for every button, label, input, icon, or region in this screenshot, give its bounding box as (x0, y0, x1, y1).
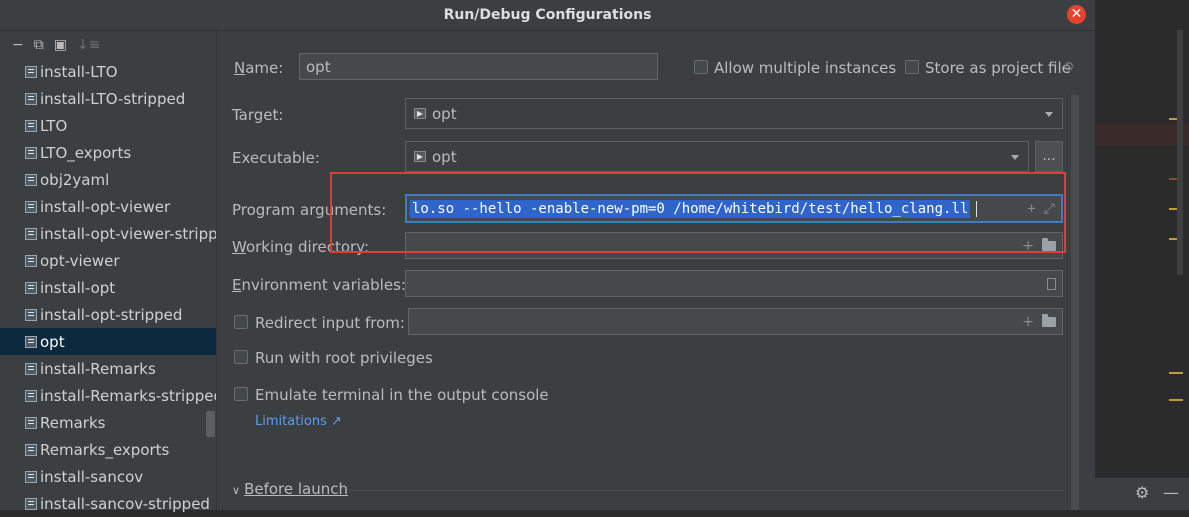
name-label: Name: (234, 59, 284, 77)
run-root-checkbox[interactable] (234, 350, 248, 364)
gutter-mark (1169, 399, 1183, 401)
close-button[interactable]: ✕ (1067, 5, 1086, 24)
tree-item[interactable]: install-sancov-stripped (0, 490, 216, 517)
cmake-target-icon (25, 389, 37, 402)
sidebar-toolbar: − ⧉ ▣ ↓≡ (0, 31, 216, 58)
field-actions (1047, 277, 1056, 290)
gear-icon[interactable]: ⚙ (1135, 483, 1149, 502)
tree-item[interactable]: opt-viewer (0, 247, 216, 274)
redirect-input-checkbox[interactable] (234, 315, 248, 329)
close-icon: ✕ (1070, 6, 1083, 22)
tree-item[interactable]: install-opt-stripped (0, 301, 216, 328)
gutter-mark (1169, 372, 1183, 374)
store-project-file-checkbox[interactable] (905, 60, 919, 74)
folder-icon[interactable] (1042, 313, 1056, 327)
sidebar-scrollbar[interactable] (206, 411, 215, 437)
redirect-input-label: Redirect input from: (255, 314, 405, 332)
run-config-icon: ▶ (414, 108, 426, 119)
background-toolwindow-bar: ⚙ — (1095, 478, 1189, 510)
run-config-icon: ▶ (414, 151, 426, 162)
cmake-target-icon (25, 335, 37, 348)
field-actions: + (1022, 313, 1056, 330)
configurations-sidebar: − ⧉ ▣ ↓≡ install-LTO install-LTO-strippe… (0, 31, 217, 513)
cmake-target-icon (25, 497, 37, 510)
executable-label: Executable: (232, 149, 320, 167)
dialog-title: Run/Debug Configurations (443, 7, 652, 23)
tree-item-selected[interactable]: opt (0, 328, 216, 355)
emulate-terminal-label: Emulate terminal in the output console (255, 386, 549, 404)
tree-item[interactable]: install-LTO (0, 58, 216, 85)
cmake-target-icon (25, 119, 37, 132)
environment-variables-input[interactable] (405, 270, 1063, 297)
tree-item[interactable]: LTO_exports (0, 139, 216, 166)
gear-icon[interactable]: ⚙ (1063, 60, 1075, 75)
cmake-target-icon (25, 254, 37, 267)
cmake-target-icon (25, 443, 37, 456)
copy-icon[interactable]: ⧉ (34, 37, 44, 53)
minimize-icon[interactable]: — (1163, 483, 1179, 502)
background-scrollbar[interactable] (1177, 30, 1183, 275)
background-highlight-line (1096, 123, 1189, 145)
section-divider (349, 490, 1064, 491)
limitations-link[interactable]: Limitations ↗ (255, 414, 342, 429)
tree-item[interactable]: install-opt-viewer (0, 193, 216, 220)
form-scrollbar[interactable] (1071, 95, 1079, 510)
allow-multiple-checkbox[interactable] (694, 60, 708, 74)
tree-item[interactable]: Remarks_exports (0, 436, 216, 463)
background-editor: ⚙ — (1095, 0, 1189, 510)
redirect-input-field[interactable]: + (408, 308, 1063, 335)
tree-item[interactable]: install-Remarks (0, 355, 216, 382)
cmake-target-icon (25, 308, 37, 321)
cmake-target-icon (25, 92, 37, 105)
cmake-target-icon (25, 470, 37, 483)
tree-item[interactable]: Remarks (0, 409, 216, 436)
chevron-down-icon (1045, 111, 1053, 117)
chevron-down-icon (1011, 154, 1019, 160)
target-label: Target: (232, 106, 284, 124)
before-launch-toggle[interactable]: ∨ Before launch (232, 480, 348, 498)
allow-multiple-label: Allow multiple instances (714, 59, 897, 77)
sort-icon[interactable]: ↓≡ (77, 37, 100, 53)
cmake-target-icon (25, 416, 37, 429)
cmake-target-icon (25, 227, 37, 240)
annotation-highlight-box (330, 172, 1066, 253)
cmake-target-icon (25, 200, 37, 213)
tree-item[interactable]: install-opt-viewer-strippe (0, 220, 216, 247)
cmake-target-icon (25, 173, 37, 186)
executable-select[interactable]: ▶ opt (405, 141, 1029, 172)
configuration-form: Name: opt Allow multiple instances Store… (217, 31, 1095, 510)
target-select[interactable]: ▶ opt (405, 98, 1063, 129)
tree-item[interactable]: install-sancov (0, 463, 216, 490)
new-folder-icon[interactable]: ▣ (54, 37, 67, 53)
tree-item[interactable]: install-opt (0, 274, 216, 301)
dialog-title-bar: Run/Debug Configurations (0, 0, 1095, 31)
plus-icon[interactable]: + (1022, 314, 1034, 330)
run-root-label: Run with root privileges (255, 349, 433, 367)
tree-item[interactable]: LTO (0, 112, 216, 139)
cmake-target-icon (25, 281, 37, 294)
remove-icon[interactable]: − (12, 37, 24, 53)
browse-executable-button[interactable]: ... (1035, 141, 1063, 172)
environment-variables-label: Environment variables: (232, 276, 406, 294)
tree-item[interactable]: obj2yaml (0, 166, 216, 193)
tree-item[interactable]: install-LTO-stripped (0, 85, 216, 112)
name-input[interactable]: opt (299, 53, 658, 80)
cmake-target-icon (25, 362, 37, 375)
store-project-file-label: Store as project file (925, 59, 1071, 77)
configurations-tree: install-LTO install-LTO-stripped LTO LTO… (0, 58, 216, 517)
emulate-terminal-checkbox[interactable] (234, 387, 248, 401)
cmake-target-icon (25, 65, 37, 78)
edit-list-icon[interactable] (1047, 277, 1056, 290)
tree-item[interactable]: install-Remarks-stripped (0, 382, 216, 409)
cmake-target-icon (25, 146, 37, 159)
chevron-down-icon: ∨ (232, 484, 241, 497)
